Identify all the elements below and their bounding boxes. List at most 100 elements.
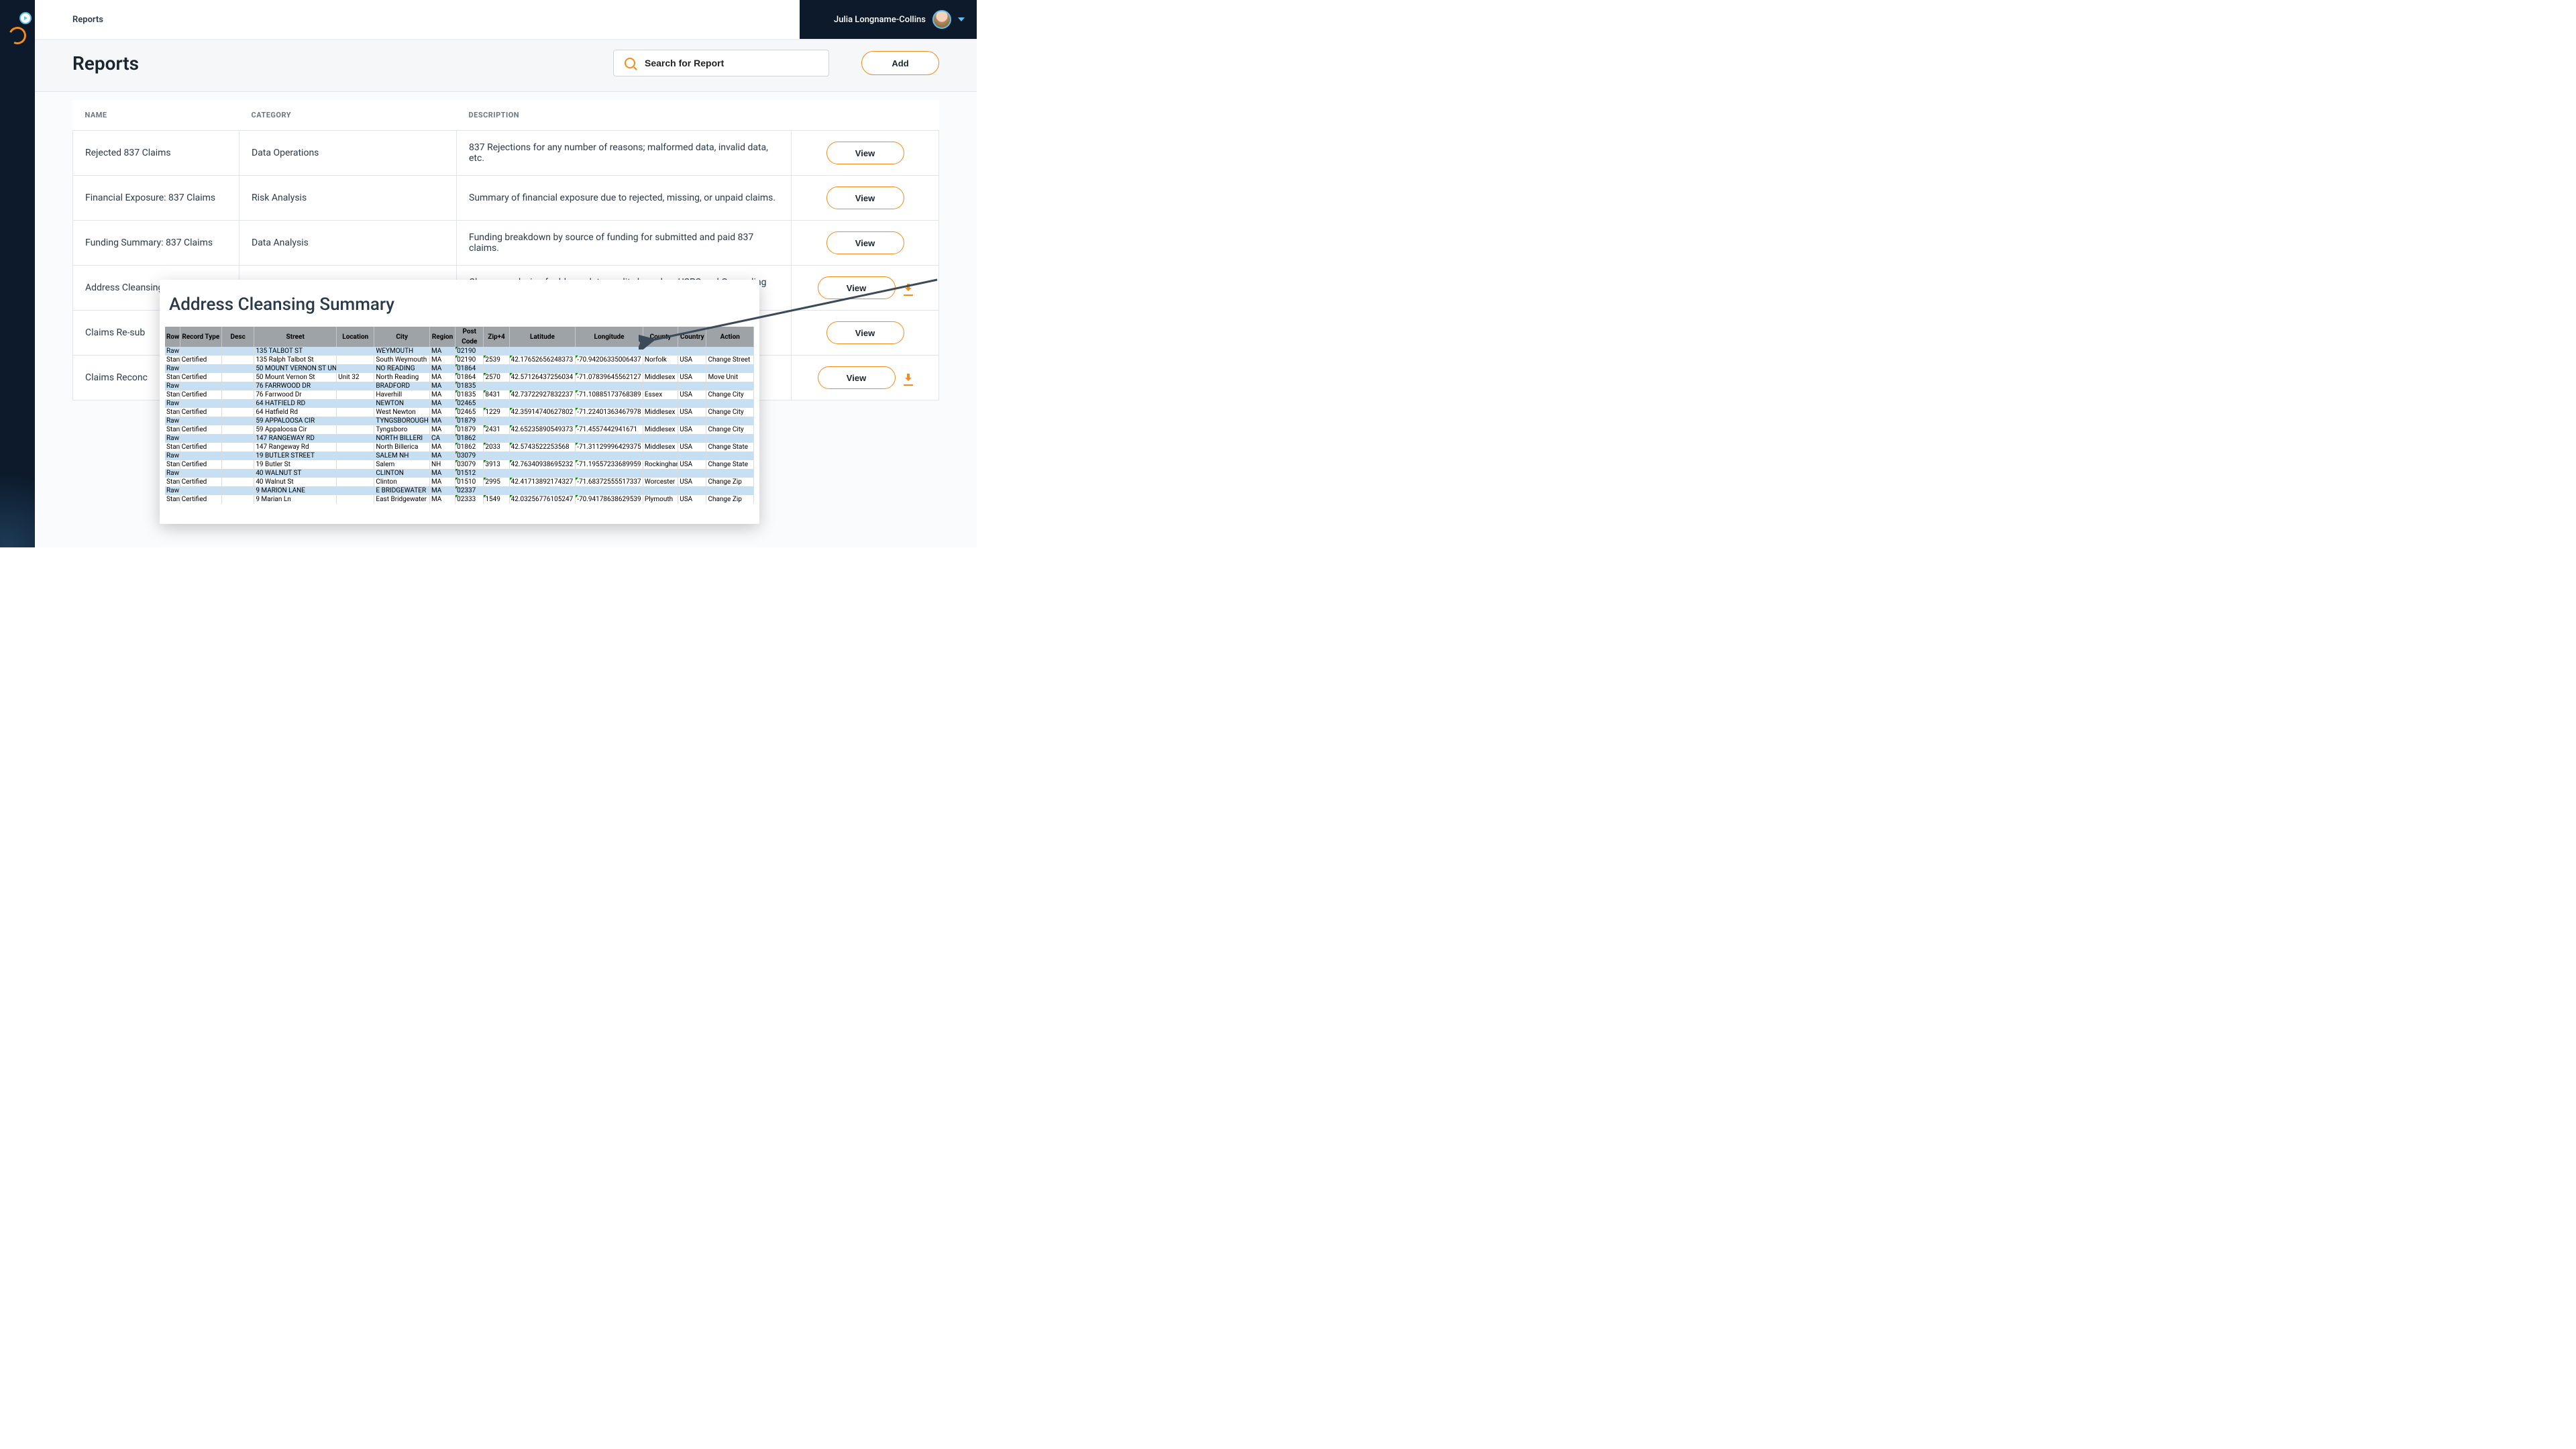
th-street: Street xyxy=(254,327,337,347)
detail-cell: USA xyxy=(678,425,706,434)
detail-cell xyxy=(643,347,678,356)
detail-cell: 135 Ralph Talbot St xyxy=(254,356,337,364)
detail-cell xyxy=(337,356,374,364)
detail-cell xyxy=(222,478,254,486)
detail-cell: MA xyxy=(429,451,455,460)
view-button[interactable]: View xyxy=(826,321,904,344)
detail-cell xyxy=(643,469,678,478)
avatar xyxy=(932,10,951,29)
detail-cell xyxy=(576,451,643,460)
detail-cell: Standardized xyxy=(165,460,180,469)
detail-cell: East Bridgewater xyxy=(374,495,430,504)
search-box[interactable] xyxy=(613,50,829,76)
detail-cell xyxy=(180,399,221,408)
detail-cell: MA xyxy=(429,443,455,451)
detail-cell: 42.35914740627802 xyxy=(509,408,576,417)
detail-cell xyxy=(706,347,754,356)
detail-cell: 42.5743522253568 xyxy=(509,443,576,451)
view-button[interactable]: View xyxy=(818,366,896,389)
detail-cell: CLINTON xyxy=(374,469,430,478)
detail-cell: Raw xyxy=(165,451,180,460)
detail-cell xyxy=(222,347,254,356)
detail-cell: 42.57126437256034 xyxy=(509,373,576,382)
app-logo xyxy=(9,27,26,44)
download-icon[interactable] xyxy=(904,374,913,383)
detail-cell: 3913 xyxy=(484,460,509,469)
detail-cell xyxy=(643,364,678,373)
detail-cell: Raw xyxy=(165,382,180,390)
detail-cell: Standardized xyxy=(165,408,180,417)
detail-row: StandardizedCertified40 Walnut StClinton… xyxy=(165,478,754,486)
detail-cell xyxy=(706,486,754,495)
detail-cell: 42.17652656248373 xyxy=(509,356,576,364)
detail-cell: Norfolk xyxy=(643,356,678,364)
detail-cell: Raw xyxy=(165,434,180,443)
detail-row: StandardizedCertified135 Ralph Talbot St… xyxy=(165,356,754,364)
detail-cell: SALEM NH xyxy=(374,451,430,460)
th-zip4: Zip+4 xyxy=(484,327,509,347)
detail-cell xyxy=(337,495,374,504)
detail-cell: 01864 xyxy=(455,364,484,373)
report-category: Data Operations xyxy=(239,131,457,176)
detail-cell xyxy=(706,417,754,425)
download-icon[interactable] xyxy=(904,284,913,293)
detail-cell xyxy=(337,434,374,443)
detail-cell: Certified xyxy=(180,356,221,364)
address-detail-table: Row Record Type Desc Street Location Cit… xyxy=(165,327,754,504)
detail-cell: 40 Walnut St xyxy=(254,478,337,486)
detail-cell xyxy=(643,399,678,408)
detail-cell: Raw xyxy=(165,347,180,356)
detail-cell xyxy=(180,382,221,390)
detail-cell xyxy=(222,399,254,408)
detail-cell xyxy=(509,382,576,390)
detail-cell xyxy=(222,434,254,443)
detail-cell xyxy=(180,469,221,478)
detail-cell: Change State xyxy=(706,460,754,469)
add-button[interactable]: Add xyxy=(861,51,939,75)
detail-cell xyxy=(678,364,706,373)
detail-cell: MA xyxy=(429,486,455,495)
detail-cell xyxy=(706,399,754,408)
table-row: Rejected 837 ClaimsData Operations837 Re… xyxy=(73,131,939,176)
view-button[interactable]: View xyxy=(818,276,896,299)
col-description-header: DESCRIPTION xyxy=(457,100,792,131)
detail-cell: 42.03256776105247 xyxy=(509,495,576,504)
view-button[interactable]: View xyxy=(826,186,904,209)
detail-cell: 8431 xyxy=(484,390,509,399)
detail-cell: MA xyxy=(429,390,455,399)
detail-cell: 02465 xyxy=(455,408,484,417)
detail-cell: Middlesex xyxy=(643,425,678,434)
detail-cell: 2539 xyxy=(484,356,509,364)
detail-cell xyxy=(180,486,221,495)
detail-cell xyxy=(222,460,254,469)
detail-cell: 03079 xyxy=(455,460,484,469)
view-button[interactable]: View xyxy=(826,231,904,254)
detail-cell: -70.94178638629539 xyxy=(576,495,643,504)
detail-cell xyxy=(678,417,706,425)
detail-cell xyxy=(509,347,576,356)
detail-cell xyxy=(706,364,754,373)
detail-cell: Change City xyxy=(706,425,754,434)
detail-cell xyxy=(484,469,509,478)
detail-cell: MA xyxy=(429,495,455,504)
detail-cell xyxy=(180,364,221,373)
detail-cell: Middlesex xyxy=(643,408,678,417)
breadcrumb[interactable]: Reports xyxy=(35,15,103,25)
search-input[interactable] xyxy=(645,58,818,68)
detail-row: Raw50 MOUNT VERNON ST UNIT 3NO READINGMA… xyxy=(165,364,754,373)
detail-row: StandardizedCertified19 Butler StSalemNH… xyxy=(165,460,754,469)
detail-cell: 1229 xyxy=(484,408,509,417)
detail-cell: Standardized xyxy=(165,373,180,382)
detail-cell: 147 RANGEWAY RD xyxy=(254,434,337,443)
detail-cell: 01512 xyxy=(455,469,484,478)
detail-cell: Plymouth xyxy=(643,495,678,504)
detail-row: Raw64 HATFIELD RDNEWTONMA02465 xyxy=(165,399,754,408)
detail-cell: 02333 xyxy=(455,495,484,504)
view-button[interactable]: View xyxy=(826,142,904,164)
user-menu[interactable]: Julia Longname-Collins xyxy=(800,0,977,39)
detail-cell xyxy=(337,451,374,460)
detail-cell xyxy=(222,469,254,478)
detail-cell: 59 APPALOOSA CIR xyxy=(254,417,337,425)
detail-row: Raw59 APPALOOSA CIRTYNGSBOROUGHMA01879 xyxy=(165,417,754,425)
detail-cell: 19 Butler St xyxy=(254,460,337,469)
